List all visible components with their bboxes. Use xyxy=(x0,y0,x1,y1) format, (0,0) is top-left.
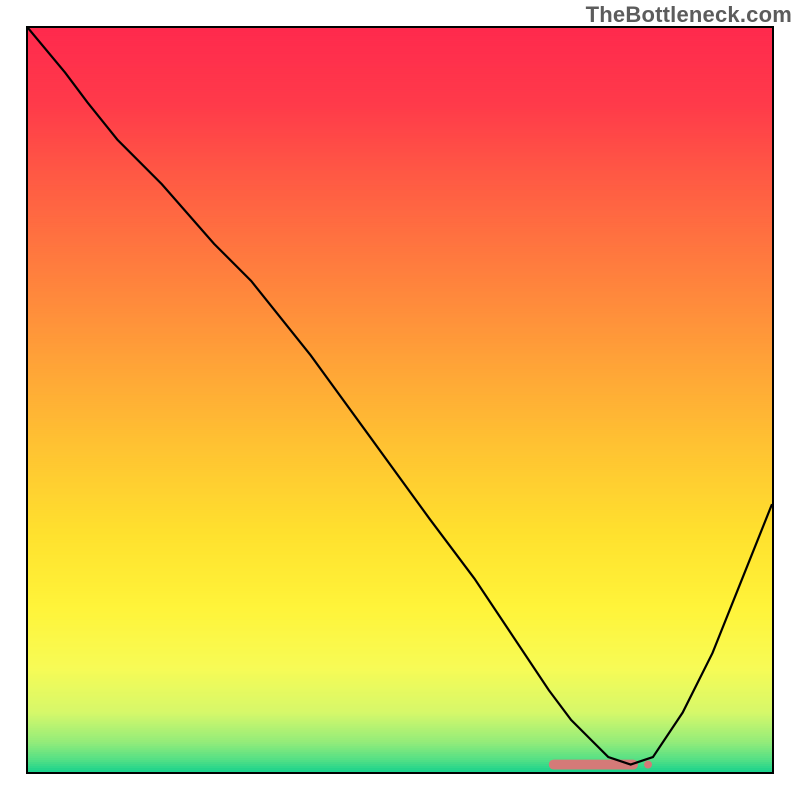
valley-marker xyxy=(549,760,652,770)
plot-frame xyxy=(26,26,774,774)
chart-svg xyxy=(28,28,772,772)
chart-container: TheBottleneck.com xyxy=(0,0,800,800)
chart-background-gradient xyxy=(28,28,772,772)
watermark-text: TheBottleneck.com xyxy=(586,2,792,28)
